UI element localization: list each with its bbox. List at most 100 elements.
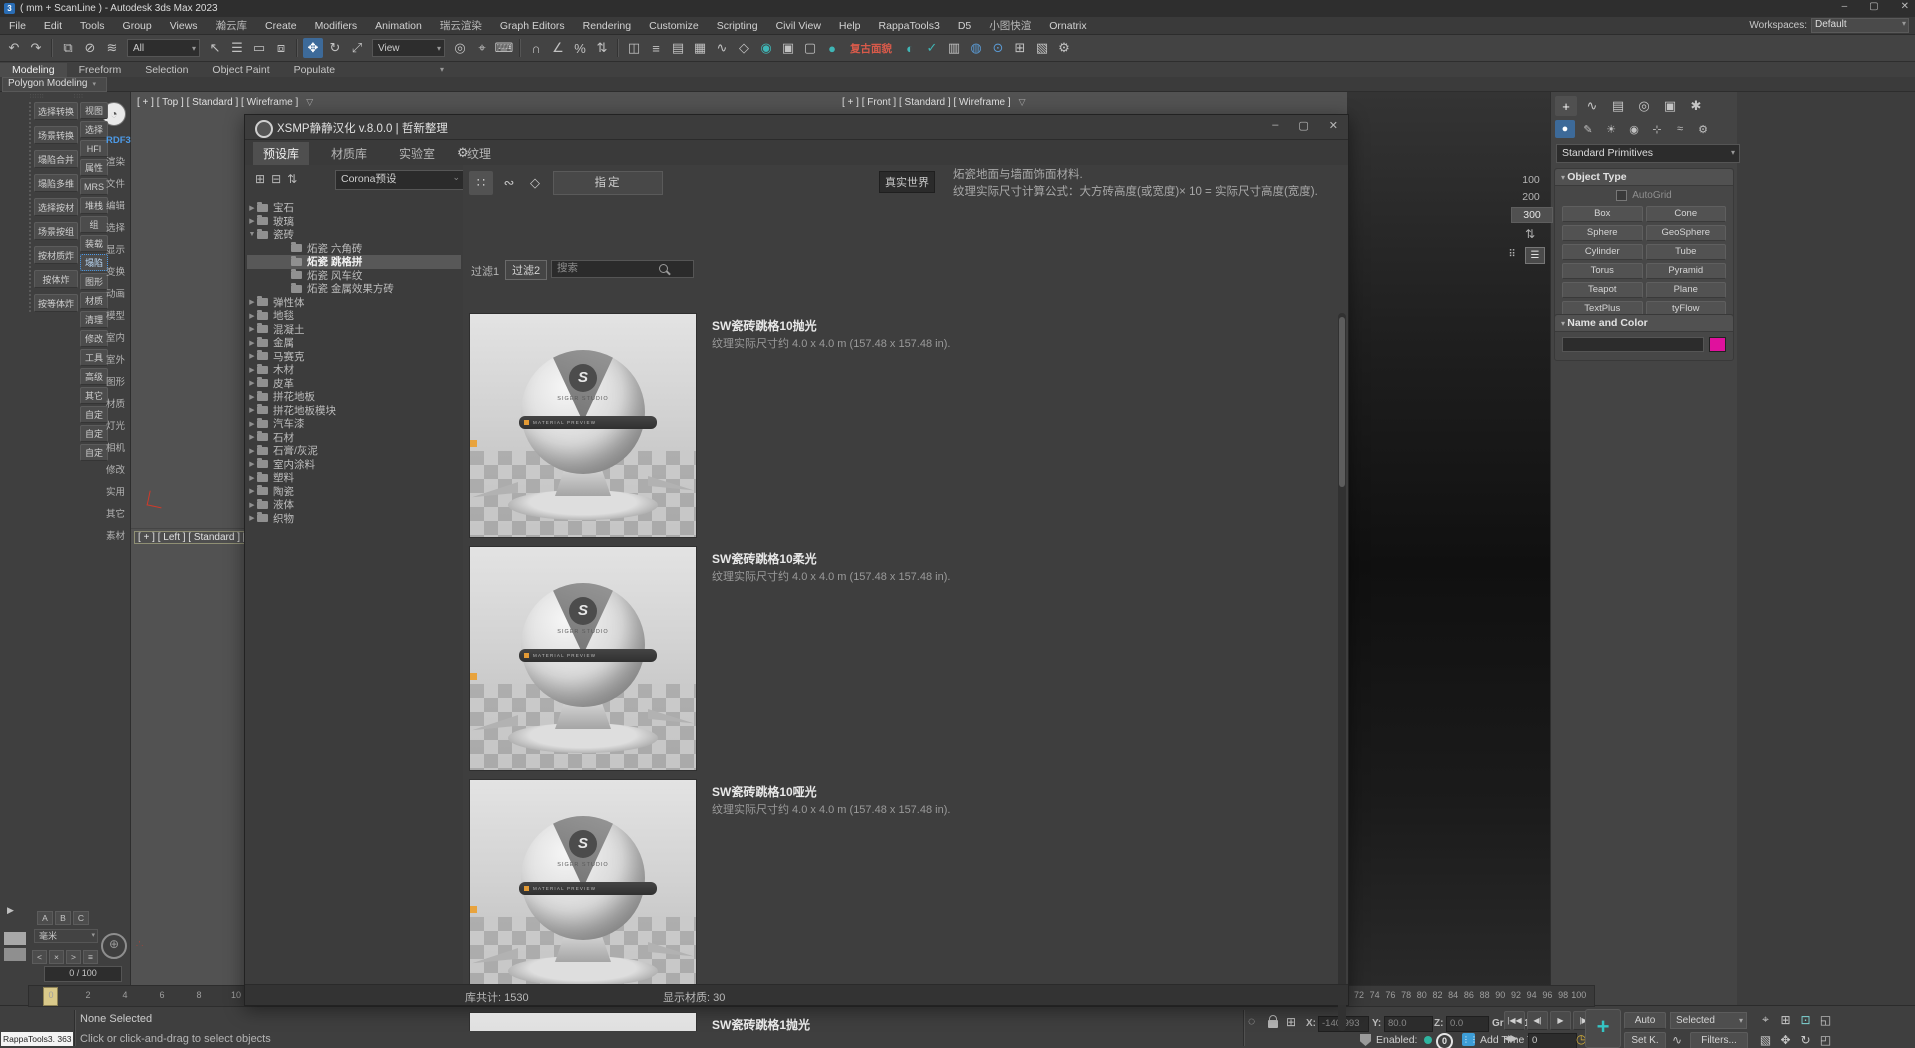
tree-item[interactable]: ▶ 液体 [247,498,461,512]
viewport-nav-icon[interactable]: ◰ [1816,1030,1835,1048]
texture-size-option[interactable]: 200 [1511,190,1551,204]
preset-library-dropdown[interactable]: Corona预设 [335,170,465,190]
dialog-tab[interactable]: 材质库 [321,142,377,165]
sidebar-category-label[interactable]: 文件 [104,176,131,190]
grid-view-icon[interactable]: ⠿ [1503,247,1521,262]
maximize-icon[interactable]: ▢ [1869,1,1878,12]
mini-listener-box[interactable] [4,948,26,961]
minimize-icon[interactable]: – [1842,1,1848,12]
playback-button[interactable]: ◀| [1527,1011,1548,1030]
tree-expand-icon[interactable]: ▶ [247,352,257,360]
viewport-filter-icon[interactable]: ▽ [1019,97,1026,107]
trackbar-expand-icon[interactable]: ▶ [7,905,14,916]
viewport-nav-icon[interactable]: ↻ [1796,1030,1815,1048]
category-icon[interactable]: ≈ [1670,120,1690,138]
viewport-display-icon[interactable]: ⊙ [988,38,1008,58]
curve-editor-icon[interactable]: ∿ [712,38,732,58]
viewport-nav-icon[interactable]: ✥ [1776,1030,1795,1048]
select-by-name-icon[interactable]: ☰ [227,38,247,58]
selection-region-icon[interactable]: ▭ [249,38,269,58]
tree-expand-icon[interactable]: ▶ [247,447,257,455]
menu-item[interactable]: Ornatrix [1040,20,1095,32]
command-panel-tab-icon[interactable]: ▣ [1659,96,1681,116]
material-thumbnail[interactable]: S SIGER STUDIO MATERIAL PREVIEW [469,1012,697,1031]
viewport-front-label[interactable]: [ + ] [ Front ] [ Standard ] [ Wireframe… [842,97,1026,108]
custom-script-button[interactable]: 复古面貌 [844,41,898,56]
command-panel-tab-icon[interactable]: + [1555,96,1577,116]
menu-item[interactable]: Create [256,20,306,32]
viewport-nav-icon[interactable]: ▧ [1756,1030,1775,1048]
ribbon-tab[interactable]: Object Paint [200,63,281,77]
menu-item[interactable]: 小图快渲 [980,18,1040,33]
selection-filter-dropdown[interactable]: All [127,39,200,57]
tree-item[interactable]: ▶ 木材 [247,363,461,377]
perspective-viewport[interactable] [1347,92,1550,1005]
sidebar-category-label[interactable]: 实用 [104,484,131,498]
viewport-filter-icon[interactable]: ▽ [306,97,313,107]
time-tag-icon[interactable]: ⋮⋮ [1462,1033,1475,1046]
viewport-nav-icon[interactable]: ⊡ [1796,1010,1815,1029]
material-thumbnail[interactable]: S SIGER STUDIO MATERIAL PREVIEW [469,313,697,538]
sidebar-macro-button[interactable]: 塌陷合并 [34,150,78,168]
material-ball-view-icon[interactable]: ∷ [469,171,493,195]
settings-icon[interactable]: ⚙ [1054,38,1074,58]
list-sort-icon[interactable]: ⇅ [1525,227,1535,241]
curves-icon[interactable]: ∿ [1672,1033,1682,1047]
filters-button[interactable]: Filters... [1690,1032,1748,1048]
y-coordinate-field[interactable]: 80.0 [1384,1016,1433,1032]
material-list-item[interactable]: S SIGER STUDIO MATERIAL PREVIEW SW瓷砖跳格10… [467,546,1343,779]
shading-icon[interactable]: ▧ [1032,38,1052,58]
select-object-icon[interactable]: ↖ [205,38,225,58]
sidebar-category-label[interactable]: RDF3 [104,135,131,146]
sidebar-category-label[interactable]: 选择 [104,220,131,234]
key-mode-toggle-icon[interactable]: ◀▶ [1504,1033,1518,1044]
material-thumbnail[interactable]: S SIGER STUDIO MATERIAL PREVIEW [469,546,697,771]
sidebar-macro-button[interactable]: 按体炸 [34,270,78,288]
sidebar-macro-button[interactable]: 场景按组 [34,222,78,240]
select-and-move-icon[interactable]: ✥ [303,38,323,58]
object-color-swatch[interactable] [1709,337,1726,352]
tree-item[interactable]: ▶ 皮革 [247,377,461,391]
select-and-rotate-icon[interactable]: ↻ [325,38,345,58]
menu-item[interactable]: Help [830,20,870,32]
keyboard-override-icon[interactable]: ⌨ [494,38,514,58]
key-filter-dropdown[interactable]: Selected [1670,1012,1747,1029]
command-panel-tab-icon[interactable]: ✱ [1685,96,1707,116]
sidebar-macro-button[interactable]: 按材质炸 [34,246,78,264]
mini-nav-button[interactable]: < [32,950,47,964]
mini-nav-button[interactable]: > [66,950,81,964]
grid-toggle-icon[interactable]: ⊞ [1010,38,1030,58]
tree-expand-icon[interactable]: ▶ [247,501,257,509]
mini-listener-box[interactable] [4,932,26,945]
sidebar-macro-button[interactable]: 视图 [80,102,108,119]
tree-sort-icon[interactable]: ⇅ [287,172,297,186]
ribbon-tab[interactable]: Selection [133,63,200,77]
select-and-manipulate-icon[interactable]: ⌖ [472,38,492,58]
layer-manager-icon[interactable]: ▤ [668,38,688,58]
sidebar-category-label[interactable]: 修改 [104,462,131,476]
tree-expand-icon[interactable]: ▶ [247,487,257,495]
use-pivot-point-icon[interactable]: ◎ [450,38,470,58]
sidebar-macro-button[interactable]: 选择转换 [34,102,78,120]
sidebar-category-label[interactable]: 动画 [104,286,131,300]
abc-button[interactable]: B [55,911,71,925]
real-world-toggle[interactable]: 真实世界 [879,171,935,193]
command-panel-tab-icon[interactable]: ∿ [1581,96,1603,116]
sidebar-category-label[interactable]: 室内 [104,330,131,344]
dialog-settings-gear-icon[interactable]: ⚙ [457,143,469,161]
primitive-button[interactable]: Plane [1646,282,1727,298]
tree-expand-icon[interactable]: ▶ [247,339,257,347]
expand-all-icon[interactable]: ⊞ [255,172,265,186]
viewport-nav-icon[interactable]: ⌖ [1756,1010,1775,1029]
material-name[interactable]: SW瓷砖跳格10柔光 [712,550,817,567]
primitives-dropdown[interactable]: Standard Primitives [1556,144,1740,163]
sidebar-category-label[interactable]: 变换 [104,264,131,278]
dialog-close-icon[interactable]: ✕ [1329,119,1338,132]
align-icon[interactable]: ≡ [646,38,666,58]
sidebar-category-label[interactable]: 灯光 [104,418,131,432]
playback-button[interactable]: ▶ [1550,1011,1571,1030]
set-keys-button[interactable]: + [1585,1009,1621,1048]
tree-item[interactable]: ▶ 弹性体 [247,296,461,310]
category-icon[interactable]: ⚙ [1693,120,1713,138]
tree-item[interactable]: 炻瓷 风车纹 [247,269,461,283]
